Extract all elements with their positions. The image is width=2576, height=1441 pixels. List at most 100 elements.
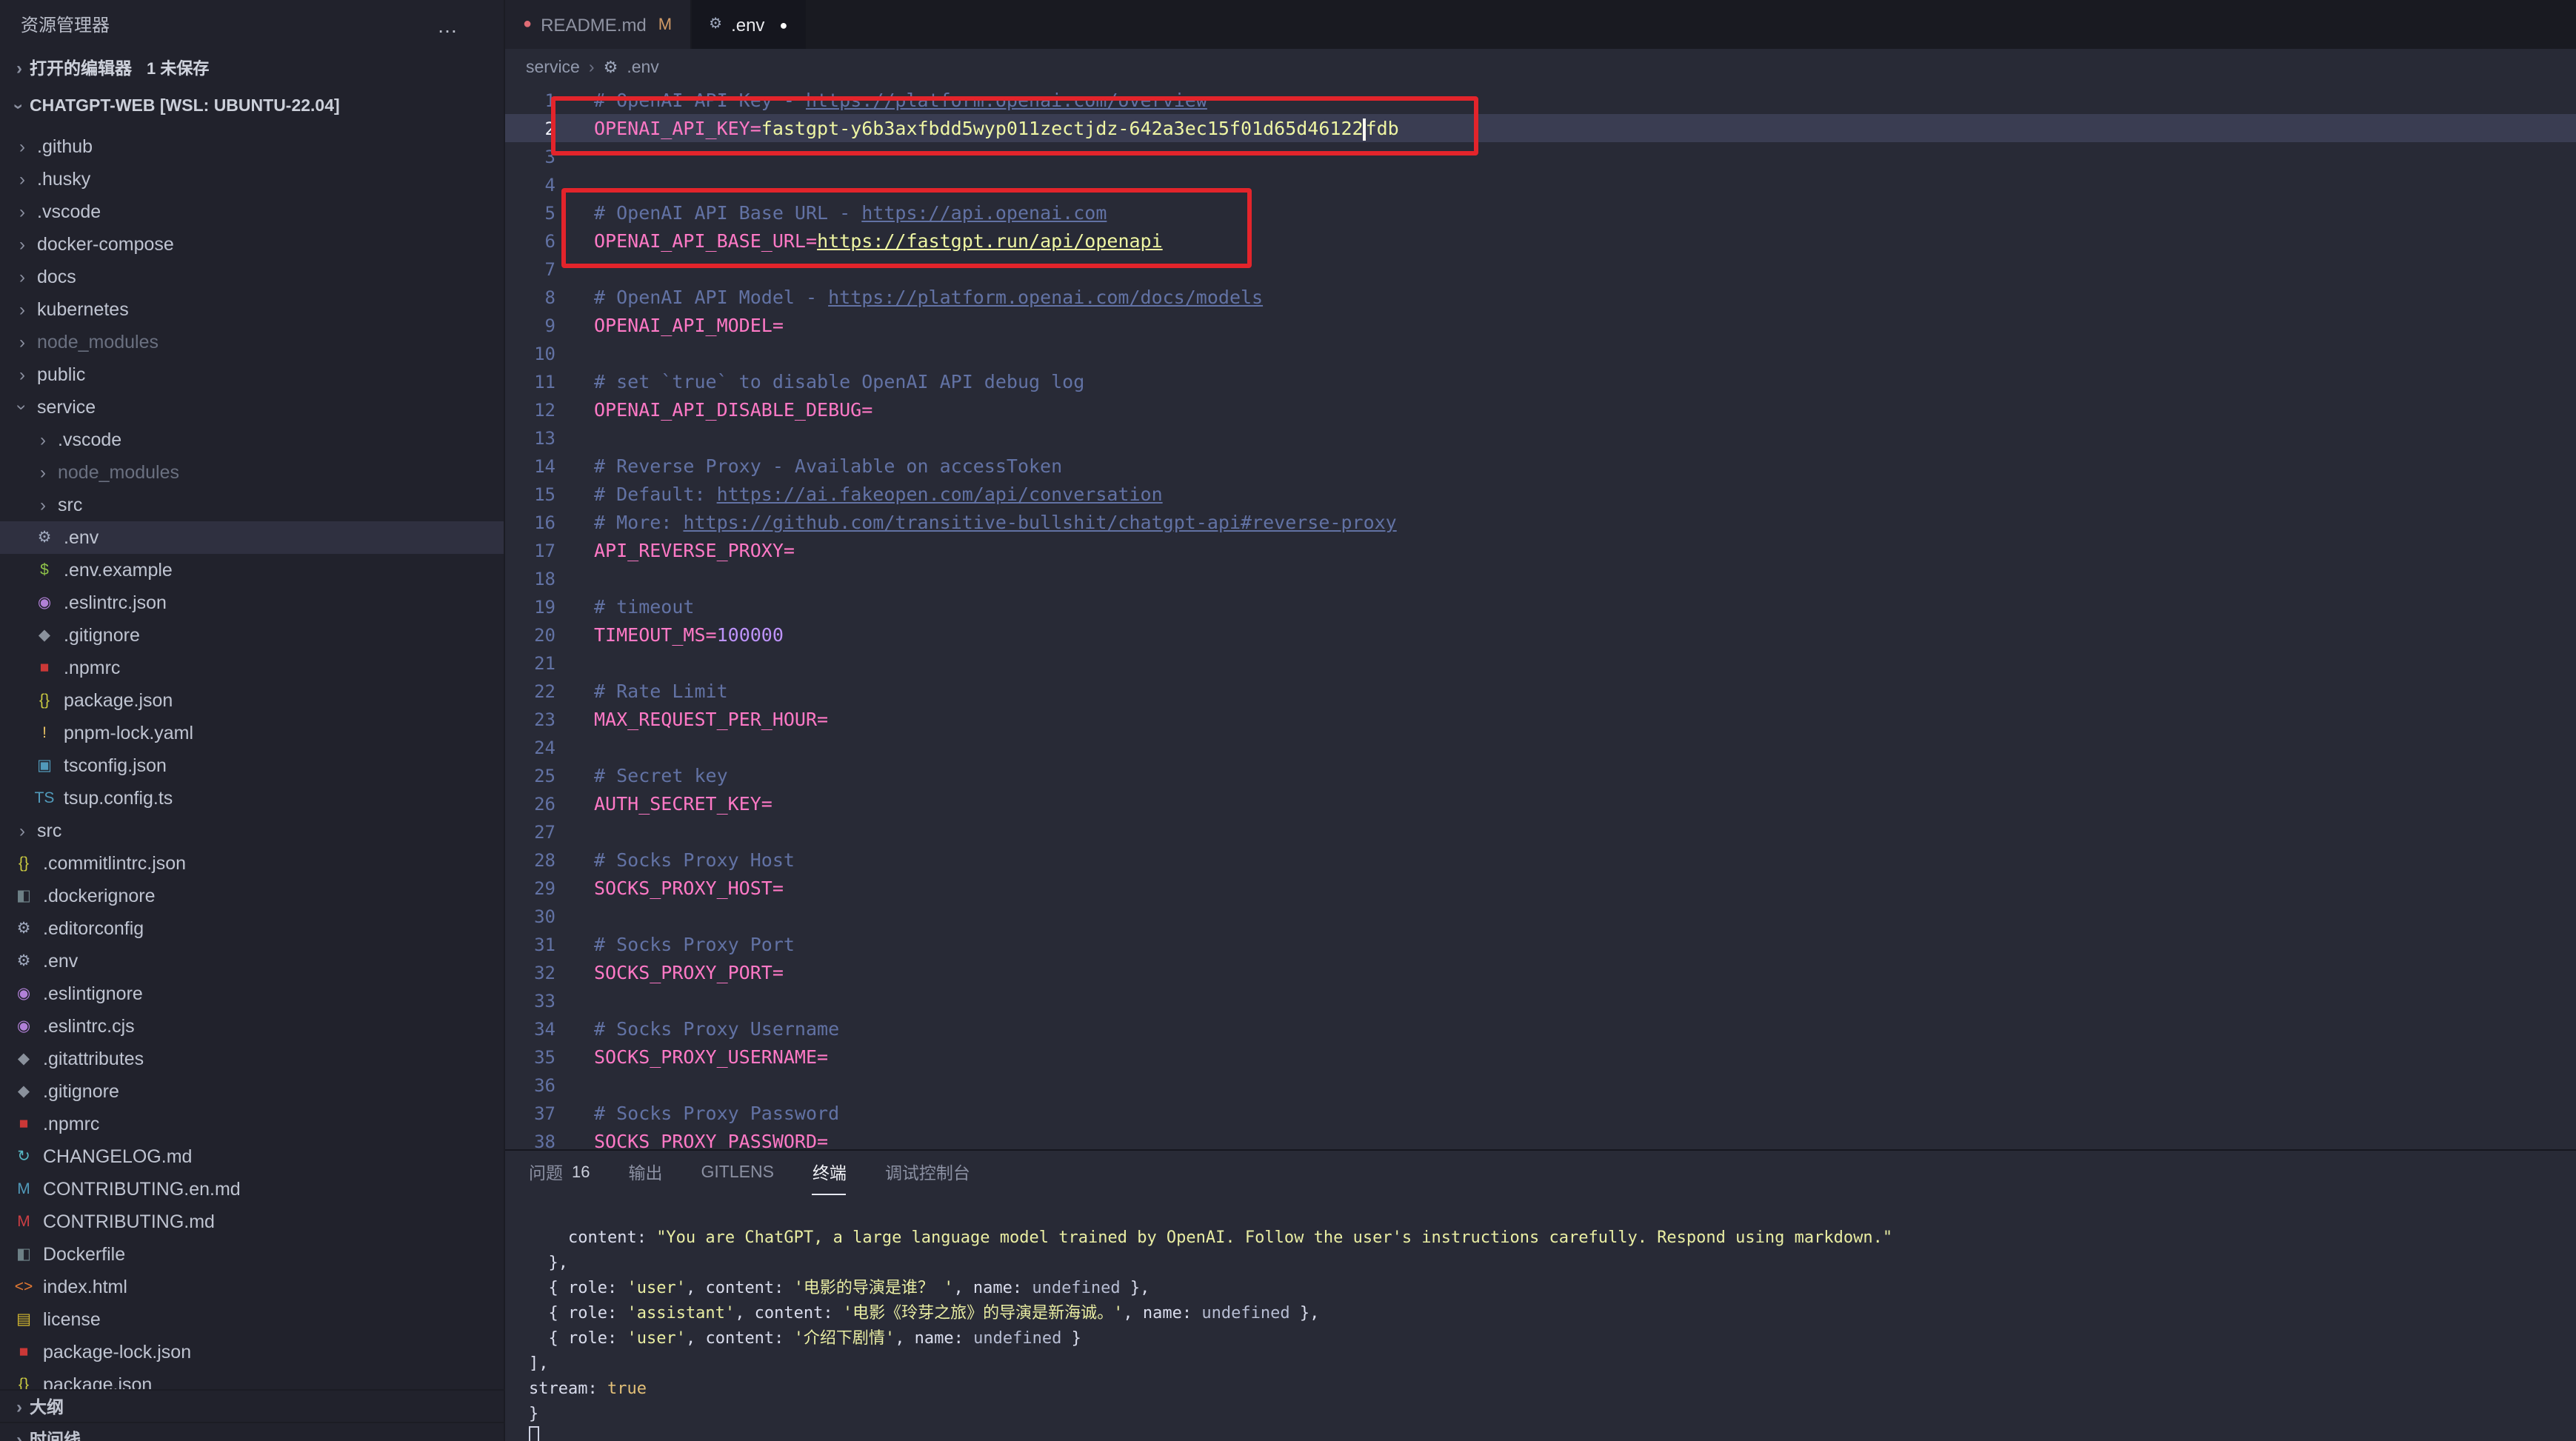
breadcrumb-item-env[interactable]: .env [627, 58, 659, 76]
code-line[interactable]: 6OPENAI_API_BASE_URL=https://fastgpt.run… [505, 227, 2576, 255]
tree-item[interactable]: <>index.html [0, 1271, 504, 1303]
tree-item[interactable]: ›docs [0, 261, 504, 293]
tree-item[interactable]: ›src [0, 815, 504, 847]
code-line[interactable]: 25# Secret key [505, 761, 2576, 789]
chevron-right-icon: › [9, 1428, 30, 1441]
code-line[interactable]: 38SOCKS_PROXY_PASSWORD= [505, 1127, 2576, 1149]
code-line[interactable]: 19# timeout [505, 592, 2576, 621]
code-line[interactable]: 4 [505, 170, 2576, 198]
tree-item[interactable]: ◆.gitignore [0, 1075, 504, 1108]
tree-item[interactable]: ›kubernetes [0, 293, 504, 326]
panel-tab[interactable]: 输出 [629, 1151, 663, 1195]
code-line[interactable]: 11# set `true` to disable OpenAI API deb… [505, 367, 2576, 395]
panel-tab[interactable]: GITLENS [701, 1151, 774, 1195]
tree-item[interactable]: ▣tsconfig.json [0, 749, 504, 782]
code-line[interactable]: 21 [505, 649, 2576, 677]
panel-tab[interactable]: 调试控制台 [885, 1151, 970, 1195]
tree-item[interactable]: ›.husky [0, 163, 504, 195]
code-line[interactable]: 12OPENAI_API_DISABLE_DEBUG= [505, 395, 2576, 424]
code-line[interactable]: 31# Socks Proxy Port [505, 930, 2576, 958]
code-line[interactable]: 23MAX_REQUEST_PER_HOUR= [505, 705, 2576, 733]
tree-item[interactable]: {}.commitlintrc.json [0, 847, 504, 880]
chevron-right-icon: › [12, 364, 33, 385]
code-line[interactable]: 8# OpenAI API Model - https://platform.o… [505, 283, 2576, 311]
code-line[interactable]: 26AUTH_SECRET_KEY= [505, 789, 2576, 818]
tree-item[interactable]: $.env.example [0, 554, 504, 586]
tree-item[interactable]: ■.npmrc [0, 1108, 504, 1140]
code-area[interactable]: 1# OpenAI API Key - https://platform.ope… [505, 86, 2576, 1149]
workspace-root-section[interactable]: › CHATGPT-WEB [WSL: UBUNTU-22.04] [0, 89, 504, 124]
tree-item[interactable]: ■.npmrc [0, 652, 504, 684]
tree-item[interactable]: ↻CHANGELOG.md [0, 1140, 504, 1173]
tree-item[interactable]: {}package.json [0, 684, 504, 717]
code-line[interactable]: 32SOCKS_PROXY_PORT= [505, 958, 2576, 986]
tree-item[interactable]: ›docker-compose [0, 228, 504, 261]
tree-item[interactable]: ■package-lock.json [0, 1336, 504, 1368]
code-line[interactable]: 10 [505, 339, 2576, 367]
code-line[interactable]: 24 [505, 733, 2576, 761]
open-editors-section[interactable]: › 打开的编辑器 1 未保存 [0, 50, 504, 86]
panel-tab[interactable]: 问题16 [529, 1151, 590, 1195]
tree-item[interactable]: ⚙.env [0, 521, 504, 554]
tree-item[interactable]: ›.vscode [0, 195, 504, 228]
tree-item[interactable]: ›node_modules [0, 326, 504, 358]
code-line[interactable]: 18 [505, 564, 2576, 592]
tree-item[interactable]: ▤license [0, 1303, 504, 1336]
code-line[interactable]: 29SOCKS_PROXY_HOST= [505, 874, 2576, 902]
tree-item[interactable]: ⚙.editorconfig [0, 912, 504, 945]
code-line[interactable]: 28# Socks Proxy Host [505, 846, 2576, 874]
timeline-section[interactable]: › 时间线 [0, 1422, 504, 1441]
tree-item[interactable]: ›.vscode [0, 424, 504, 456]
tree-item[interactable]: ›src [0, 489, 504, 521]
code-line[interactable]: 14# Reverse Proxy - Available on accessT… [505, 452, 2576, 480]
tree-item[interactable]: ◉.eslintrc.json [0, 586, 504, 619]
code-line[interactable]: 1# OpenAI API Key - https://platform.ope… [505, 86, 2576, 114]
code-line[interactable]: 22# Rate Limit [505, 677, 2576, 705]
tree-item[interactable]: MCONTRIBUTING.md [0, 1206, 504, 1238]
breadcrumb-item-service[interactable]: service [526, 58, 580, 76]
tree-item[interactable]: ◉.eslintrc.cjs [0, 1010, 504, 1043]
code-line[interactable]: 37# Socks Proxy Password [505, 1099, 2576, 1127]
code-line[interactable]: 35SOCKS_PROXY_USERNAME= [505, 1043, 2576, 1071]
outline-section[interactable]: › 大纲 [0, 1389, 504, 1422]
code-line[interactable]: 16# More: https://github.com/transitive-… [505, 508, 2576, 536]
tree-item[interactable]: ◆.gitignore [0, 619, 504, 652]
tree-item[interactable]: ›public [0, 358, 504, 391]
code-line[interactable]: 9OPENAI_API_MODEL= [505, 311, 2576, 339]
code-line[interactable]: 30 [505, 902, 2576, 930]
tree-item[interactable]: ◆.gitattributes [0, 1043, 504, 1075]
code-text: # OpenAI API Model - https://platform.op… [594, 286, 1263, 308]
tree-item[interactable]: !pnpm-lock.yaml [0, 717, 504, 749]
tree-item[interactable]: MCONTRIBUTING.en.md [0, 1173, 504, 1206]
code-line[interactable]: 2OPENAI_API_KEY=fastgpt-y6b3axfbdd5wyp01… [505, 114, 2576, 142]
breadcrumb[interactable]: service › ⚙ .env [505, 49, 2576, 86]
tab-readme-md[interactable]: ●README.mdM [505, 0, 691, 49]
code-line[interactable]: 3 [505, 142, 2576, 170]
line-number: 17 [505, 540, 555, 561]
code-line[interactable]: 34# Socks Proxy Username [505, 1014, 2576, 1043]
code-line[interactable]: 33 [505, 986, 2576, 1014]
code-line[interactable]: 13 [505, 424, 2576, 452]
code-line[interactable]: 20TIMEOUT_MS=100000 [505, 621, 2576, 649]
code-line[interactable]: 7 [505, 255, 2576, 283]
tree-item[interactable]: ◉.eslintignore [0, 977, 504, 1010]
tree-item[interactable]: {}package.json [0, 1368, 504, 1389]
code-line[interactable]: 27 [505, 818, 2576, 846]
code-line[interactable]: 17API_REVERSE_PROXY= [505, 536, 2576, 564]
tab-env[interactable]: ⚙.env● [691, 0, 807, 49]
tree-item[interactable]: ⚙.env [0, 945, 504, 977]
tree-item[interactable]: ◧.dockerignore [0, 880, 504, 912]
tree-item[interactable]: ◧Dockerfile [0, 1238, 504, 1271]
panel-tab[interactable]: 终端 [812, 1151, 847, 1195]
code-line[interactable]: 15# Default: https://ai.fakeopen.com/api… [505, 480, 2576, 508]
tree-item[interactable]: ›service [0, 391, 504, 424]
code-line[interactable]: 36 [505, 1071, 2576, 1099]
tree-item[interactable]: TStsup.config.ts [0, 782, 504, 815]
tree-item[interactable]: ›.github [0, 130, 504, 163]
tree-item[interactable]: ›node_modules [0, 456, 504, 489]
code-text: # Socks Proxy Host [594, 849, 795, 871]
more-actions-icon[interactable]: … [437, 13, 459, 36]
terminal[interactable]: content: "You are ChatGPT, a large langu… [529, 1225, 2564, 1441]
terminal-text: '电影《玲芽之旅》的导演是新海诚。' [843, 1303, 1124, 1323]
code-line[interactable]: 5# OpenAI API Base URL - https://api.ope… [505, 198, 2576, 227]
